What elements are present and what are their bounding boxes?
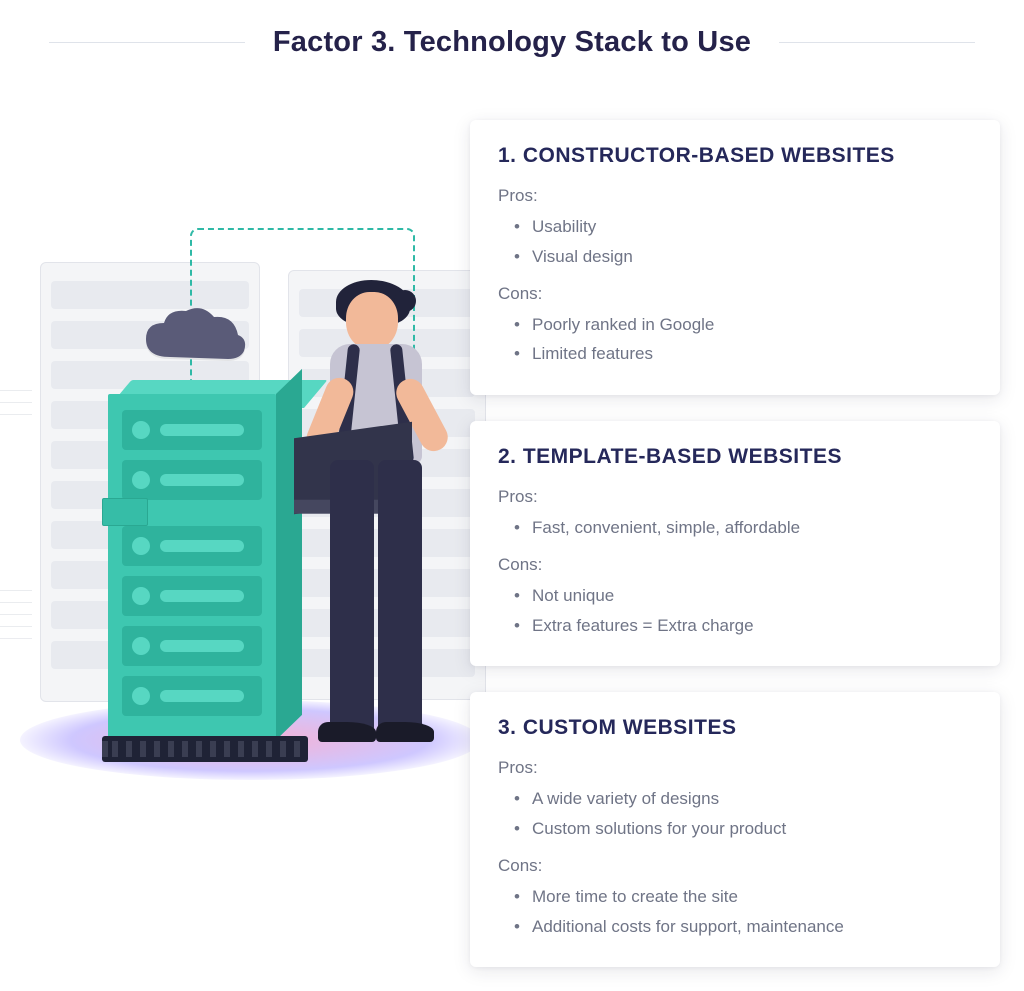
pros-label: Pros: xyxy=(498,487,972,507)
cards-column: 1. CONSTRUCTOR-BASED WEBSITES Pros: Usab… xyxy=(470,120,1000,967)
list-item: Poorly ranked in Google xyxy=(514,310,972,340)
card-title: 2. TEMPLATE-BASED WEBSITES xyxy=(498,445,972,469)
card-custom-websites: 3. CUSTOM WEBSITES Pros: A wide variety … xyxy=(470,692,1000,967)
cons-label: Cons: xyxy=(498,284,972,304)
list-item: Visual design xyxy=(514,242,972,272)
person-with-laptop xyxy=(300,280,460,760)
cons-list: Not unique Extra features = Extra charge xyxy=(514,581,972,641)
page-title: Factor 3. Technology Stack to Use xyxy=(273,26,751,59)
list-item: More time to create the site xyxy=(514,882,972,912)
pros-list: Usability Visual design xyxy=(514,212,972,272)
rule-left xyxy=(49,42,245,43)
cons-label: Cons: xyxy=(498,555,972,575)
card-constructor-based: 1. CONSTRUCTOR-BASED WEBSITES Pros: Usab… xyxy=(470,120,1000,395)
list-item: Fast, convenient, simple, affordable xyxy=(514,513,972,543)
list-item: Custom solutions for your product xyxy=(514,814,972,844)
pros-list: A wide variety of designs Custom solutio… xyxy=(514,784,972,844)
rule-right xyxy=(779,42,975,43)
list-item: Limited features xyxy=(514,339,972,369)
card-template-based: 2. TEMPLATE-BASED WEBSITES Pros: Fast, c… xyxy=(470,421,1000,666)
illustration xyxy=(0,240,500,800)
list-item: A wide variety of designs xyxy=(514,784,972,814)
pros-label: Pros: xyxy=(498,758,972,778)
cons-label: Cons: xyxy=(498,856,972,876)
card-title: 1. CONSTRUCTOR-BASED WEBSITES xyxy=(498,144,972,168)
list-item: Additional costs for support, maintenanc… xyxy=(514,912,972,942)
list-item: Not unique xyxy=(514,581,972,611)
card-title: 3. CUSTOM WEBSITES xyxy=(498,716,972,740)
list-item: Extra features = Extra charge xyxy=(514,611,972,641)
cons-list: More time to create the site Additional … xyxy=(514,882,972,942)
heading-row: Factor 3. Technology Stack to Use xyxy=(0,0,1024,59)
pros-list: Fast, convenient, simple, affordable xyxy=(514,513,972,543)
cloud-icon xyxy=(140,305,250,367)
cons-list: Poorly ranked in Google Limited features xyxy=(514,310,972,370)
pros-label: Pros: xyxy=(498,186,972,206)
list-item: Usability xyxy=(514,212,972,242)
server-drawer xyxy=(102,498,148,526)
server-main xyxy=(108,380,304,760)
